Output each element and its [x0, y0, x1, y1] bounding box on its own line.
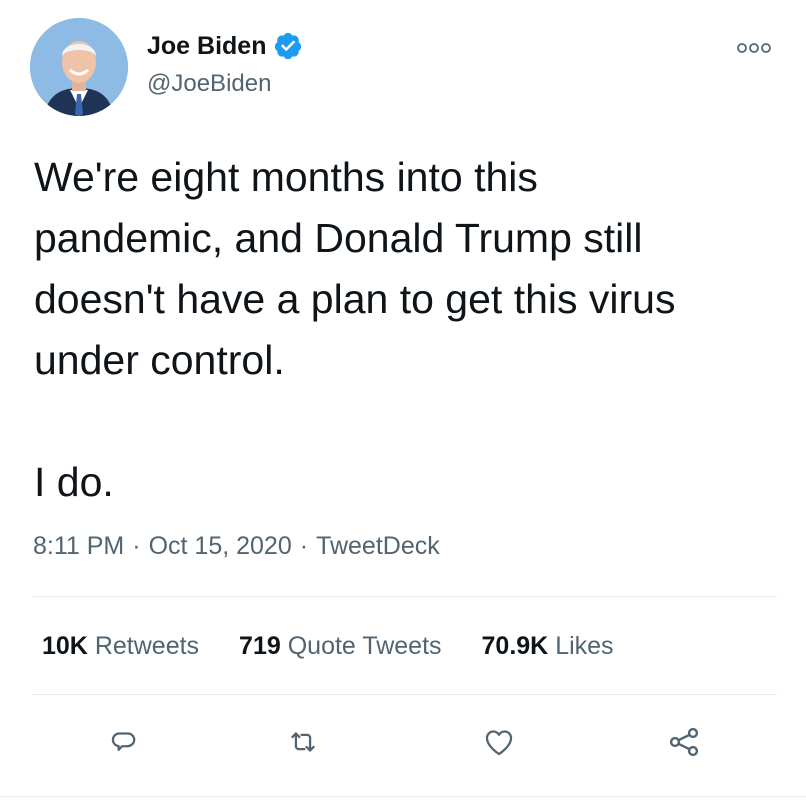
meta-separator: · [132, 532, 141, 560]
author-name-row[interactable]: Joe Biden [147, 30, 303, 62]
tweet-source[interactable]: TweetDeck [316, 530, 440, 562]
tweet-date[interactable]: Oct 15, 2020 [149, 530, 292, 562]
retweet-icon[interactable] [281, 720, 325, 764]
meta-separator: · [299, 532, 309, 560]
quote-tweets-label: Quote Tweets [287, 632, 442, 660]
avatar-image [30, 18, 128, 116]
likes-count: 70.9K [481, 632, 549, 660]
verified-badge-icon [273, 31, 303, 61]
retweets-count: 10K [42, 632, 88, 660]
divider [33, 596, 777, 597]
likes-label: Likes [555, 632, 614, 660]
author-handle[interactable]: @JoeBiden [147, 68, 271, 100]
retweets-label: Retweets [94, 632, 200, 660]
tweet-actions [0, 720, 806, 764]
retweets-stat[interactable]: 10K Retweets [42, 630, 199, 662]
more-icon[interactable] [734, 38, 774, 58]
quote-tweets-stat[interactable]: 719 Quote Tweets [239, 630, 441, 662]
tweet-time[interactable]: 8:11 PM [33, 530, 124, 562]
tweet-stats: 10K Retweets 719 Quote Tweets 70.9K Like… [42, 630, 654, 662]
author-name[interactable]: Joe Biden [147, 30, 266, 62]
tweet-meta: 8:11 PM · Oct 15, 2020 · TweetDeck [33, 530, 440, 562]
tweet-text: We're eight months into this pandemic, a… [34, 154, 676, 505]
divider [33, 694, 777, 695]
likes-stat[interactable]: 70.9K Likes [482, 630, 614, 662]
divider [0, 796, 806, 797]
quote-tweets-count: 719 [239, 632, 281, 660]
avatar[interactable] [30, 18, 128, 116]
reply-icon[interactable] [103, 720, 147, 764]
share-icon[interactable] [662, 720, 706, 764]
like-icon[interactable] [477, 720, 521, 764]
